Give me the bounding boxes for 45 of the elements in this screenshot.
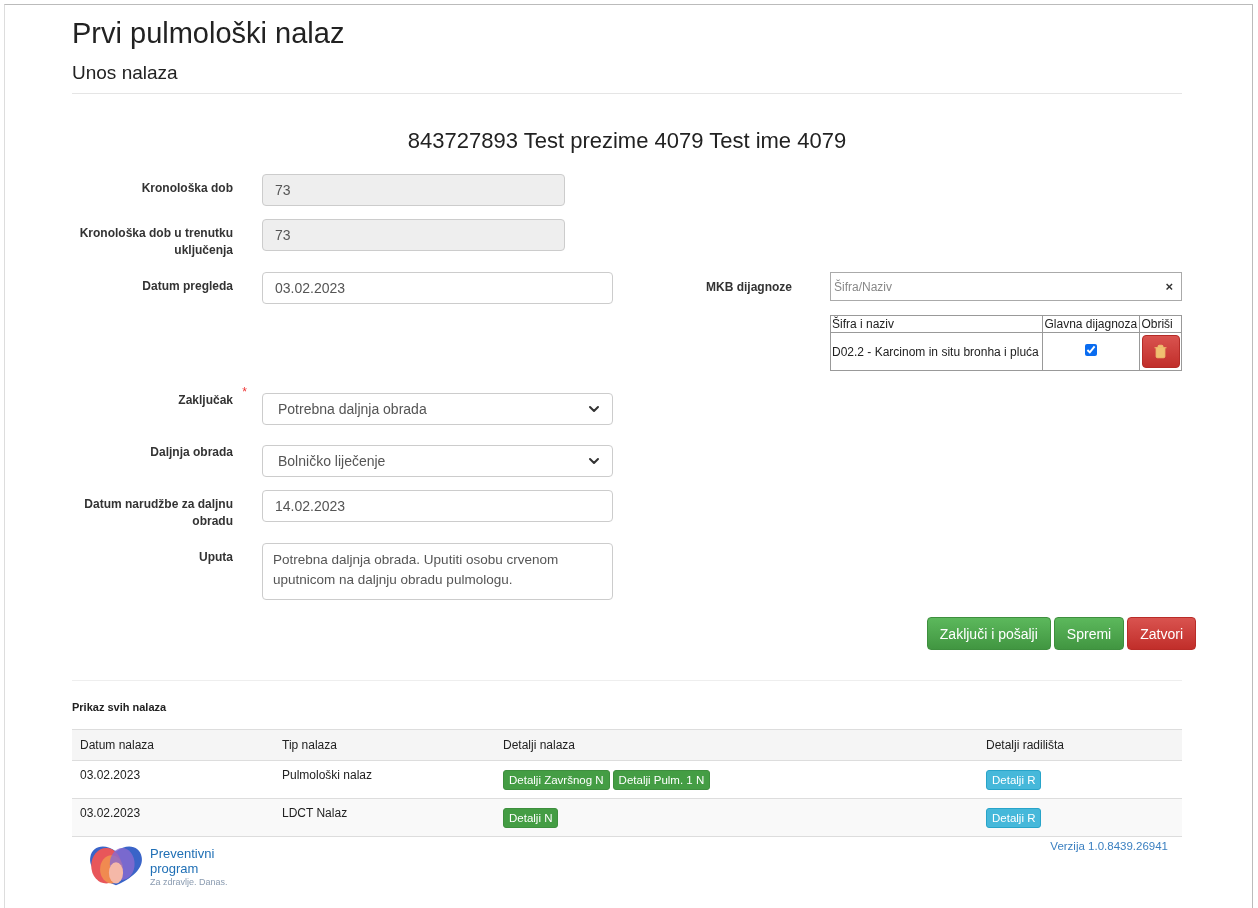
details-button[interactable]: Detalji Pulm. 1 N <box>612 770 711 790</box>
column-header: Detalji nalaza <box>495 729 978 761</box>
page-title: Prvi pulmološki nalaz <box>72 17 346 50</box>
patient-heading: 843727893 Test prezime 4079 Test ime 4079 <box>406 128 848 154</box>
column-header: Tip nalaza <box>274 729 495 761</box>
logo-text: program <box>150 861 200 876</box>
table-cell: 03.02.2023 <box>72 798 274 837</box>
close-button[interactable]: Zatvori <box>1127 617 1196 650</box>
table-cell: LDCT Nalaz <box>274 798 495 837</box>
details-button[interactable]: Detalji N <box>503 808 559 828</box>
column-header: Datum nalaza <box>72 729 274 761</box>
table-cell: 03.02.2023 <box>72 760 274 799</box>
field-label: Daljnja obrada <box>150 444 233 461</box>
date-field[interactable]: 03.02.2023 <box>262 272 613 304</box>
logo-text: Preventivni <box>150 846 216 861</box>
field-label: Kronološka dob <box>141 180 233 197</box>
select-field[interactable]: Potrebna daljnja obrada <box>262 393 613 425</box>
field-label: Uputa <box>199 549 233 566</box>
field-label: Datum narudžbe za daljnu obradu <box>83 496 233 530</box>
select-field[interactable]: Bolničko liječenje <box>262 445 613 477</box>
text-area[interactable]: Potrebna daljnja obrada. Uputiti osobu crvenom uputnicom na daljnju obradu pulmologu. <box>262 543 613 600</box>
field-label: MKB dijagnoze <box>706 279 792 294</box>
column-header: Obriši <box>1139 315 1182 333</box>
table-cell: Pulmološki nalaz <box>274 760 495 799</box>
main-diagnosis-checkbox[interactable] <box>1085 344 1098 356</box>
delete-button[interactable] <box>1141 335 1180 368</box>
field-label: Zaključak <box>178 392 233 409</box>
field-label: Kronološka dob u trenutku uključenja <box>78 225 233 259</box>
date-field[interactable]: 14.02.2023 <box>262 490 613 522</box>
readonly-field[interactable]: 73 <box>262 219 565 251</box>
column-header: Detalji radilišta <box>978 729 1182 761</box>
table-cell: D02.2 - Karcinom in situ bronha i pluća <box>830 332 1043 371</box>
section-title: Prikaz svih nalaza <box>72 701 168 713</box>
logo-tagline: Za zdravlje. Danas. <box>150 877 228 887</box>
page-subtitle: Unos nalaza <box>72 62 179 84</box>
search-field[interactable]: Šifra/Naziv × <box>830 272 1182 301</box>
readonly-field[interactable]: 73 <box>262 174 565 206</box>
version-text: Verzija 1.0.8439.26941 <box>1050 840 1168 852</box>
field-label: Datum pregleda <box>142 278 233 295</box>
required-mark: * <box>242 385 247 399</box>
trash-icon <box>1153 344 1169 359</box>
column-header: Šifra i naziv <box>830 315 1043 333</box>
column-header: Glavna dijagnoza <box>1043 315 1140 333</box>
clear-button[interactable]: × <box>1165 279 1173 294</box>
details-button[interactable]: Detalji Završnog N <box>503 770 610 790</box>
